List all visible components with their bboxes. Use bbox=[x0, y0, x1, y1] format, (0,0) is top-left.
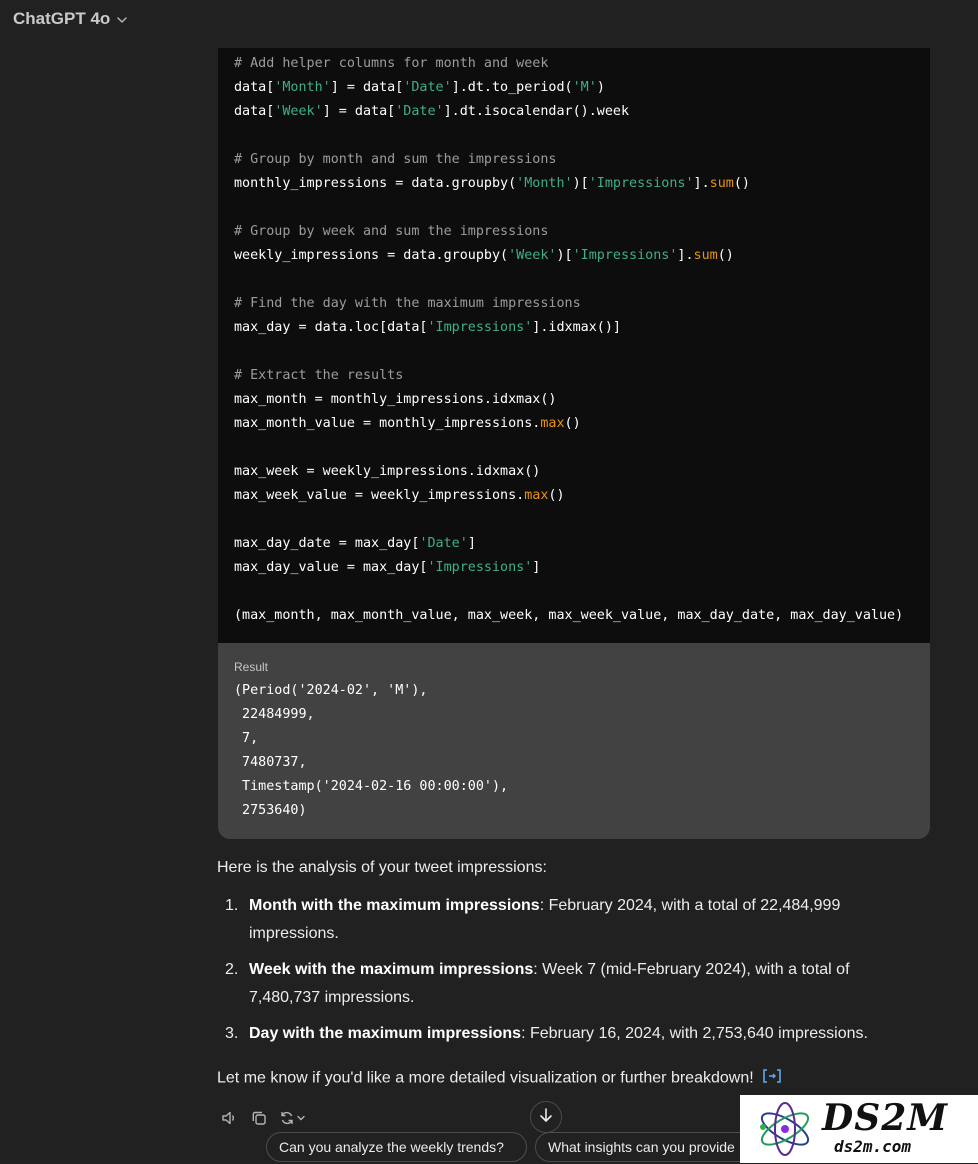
code-line: max_day_date = max_day['Date'] bbox=[234, 536, 476, 551]
message-actions bbox=[218, 1106, 316, 1130]
model-title: ChatGPT 4o bbox=[13, 9, 111, 28]
result-panel: Result (Period('2024-02', 'M'), 22484999… bbox=[218, 643, 930, 839]
list-item-heading: Month with the maximum impressions bbox=[249, 897, 540, 914]
list-item-text: : February 16, 2024, with 2,753,640 impr… bbox=[521, 1025, 868, 1042]
code-line: data['Month'] = data['Date'].dt.to_perio… bbox=[234, 80, 605, 95]
code-line: data['Week'] = data['Date'].dt.isocalend… bbox=[234, 104, 630, 119]
list-number: 1. bbox=[225, 897, 239, 914]
suggestion-chip[interactable]: Can you analyze the weekly trends? bbox=[266, 1132, 527, 1162]
watermark: DS2M ds2m.com bbox=[740, 1095, 978, 1163]
code-line: weekly_impressions = data.groupby('Week'… bbox=[234, 248, 734, 263]
result-output: (Period('2024-02', 'M'), 22484999, 7, 74… bbox=[234, 683, 509, 818]
code-line: max_week_value = weekly_impressions.max(… bbox=[234, 488, 565, 503]
watermark-brand: DS2M bbox=[822, 1097, 949, 1139]
code-line: # Extract the results bbox=[234, 368, 404, 383]
list-item-heading: Day with the maximum impressions bbox=[249, 1025, 522, 1042]
code-line: max_day = data.loc[data['Impressions'].i… bbox=[234, 320, 621, 335]
atom-logo-icon bbox=[754, 1099, 816, 1164]
code-line: # Group by week and sum the impressions bbox=[234, 224, 549, 239]
speaker-icon[interactable] bbox=[218, 1107, 240, 1129]
code-citation-icon[interactable] bbox=[762, 1068, 782, 1089]
list-number: 3. bbox=[225, 1025, 239, 1042]
model-selector[interactable]: ChatGPT 4o bbox=[13, 9, 128, 29]
top-bar: ChatGPT 4o bbox=[0, 0, 978, 40]
arrow-down-icon bbox=[539, 1107, 553, 1128]
code-content: # Add helper columns for month and week d… bbox=[234, 52, 903, 628]
answer-intro: Here is the analysis of your tweet impre… bbox=[217, 859, 547, 876]
code-line: max_week = weekly_impressions.idxmax() bbox=[234, 464, 541, 479]
code-block[interactable]: # Add helper columns for month and week d… bbox=[218, 48, 930, 643]
regenerate-icon[interactable] bbox=[278, 1107, 308, 1129]
code-line: # Find the day with the maximum impressi… bbox=[234, 296, 581, 311]
code-line: max_month_value = monthly_impressions.ma… bbox=[234, 416, 581, 431]
suggestion-chip[interactable]: What insights can you provide bbox=[535, 1132, 775, 1162]
watermark-url: ds2m.com bbox=[834, 1137, 912, 1156]
code-line: # Group by month and sum the impressions bbox=[234, 152, 557, 167]
copy-icon[interactable] bbox=[248, 1107, 270, 1129]
code-line: (max_month, max_month_value, max_week, m… bbox=[234, 608, 904, 623]
list-number: 2. bbox=[225, 961, 239, 978]
code-line: # Add helper columns for month and week bbox=[234, 56, 549, 71]
answer-outro: Let me know if you'd like a more detaile… bbox=[217, 1068, 782, 1089]
code-line: max_month = monthly_impressions.idxmax() bbox=[234, 392, 557, 407]
answer-outro-text: Let me know if you'd like a more detaile… bbox=[217, 1069, 754, 1087]
result-label: Result bbox=[234, 660, 269, 674]
code-line: monthly_impressions = data.groupby('Mont… bbox=[234, 176, 750, 191]
code-line: max_day_value = max_day['Impressions'] bbox=[234, 560, 541, 575]
list-item-heading: Week with the maximum impressions bbox=[249, 961, 534, 978]
scroll-down-button[interactable] bbox=[530, 1101, 562, 1133]
chevron-down-icon bbox=[116, 13, 128, 25]
